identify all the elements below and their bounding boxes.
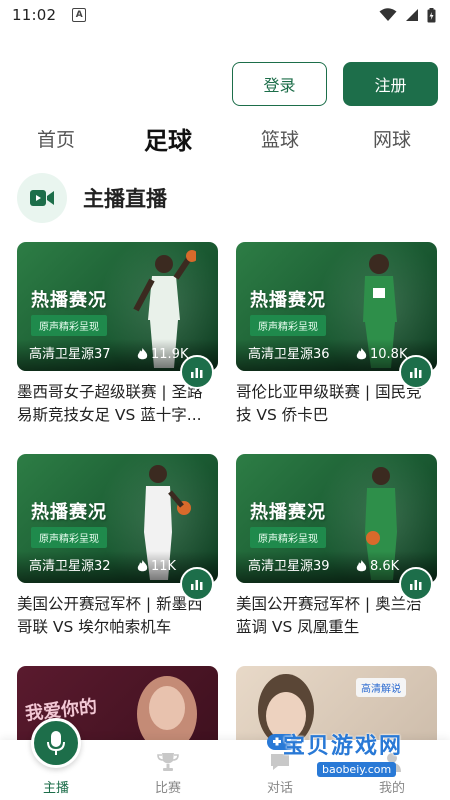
stream-thumbnail: 热播赛况 原声精彩呈现 高清卫星源37 11.9K — [17, 242, 218, 371]
hot-label: 热播赛况 — [31, 502, 107, 523]
stream-thumbnail: 热播赛况 原声精彩呈现 高清卫星源32 11K — [17, 454, 218, 583]
stream-source: 高清卫星源37 — [29, 347, 111, 362]
stats-button[interactable] — [399, 567, 433, 601]
hot-label: 热播赛况 — [250, 290, 326, 311]
stats-button[interactable] — [399, 355, 433, 389]
wifi-icon — [379, 8, 397, 21]
status-time: 11:02 — [12, 6, 57, 24]
sport-tabs: 首页 足球 篮球 网球 — [0, 118, 450, 158]
flame-icon — [356, 348, 367, 360]
view-count: 10.8K — [356, 347, 407, 362]
view-count-value: 8.6K — [370, 559, 400, 574]
battery-icon — [427, 7, 436, 22]
watermark-text: 宝贝游戏网 — [283, 734, 404, 759]
status-indicators — [379, 7, 436, 23]
stream-source: 高清卫星源39 — [248, 559, 330, 574]
view-count-value: 10.8K — [370, 347, 408, 362]
login-button[interactable]: 登录 — [232, 62, 327, 106]
stream-title: 美国公开赛冠军杯 | 新墨西哥联 VS 埃尔帕索机车 — [17, 595, 203, 636]
stream-source: 高清卫星源32 — [29, 559, 111, 574]
stream-title: 哥伦比亚甲级联赛 | 国民竞技 VS 侨卡巴 — [236, 383, 422, 424]
flame-icon — [356, 560, 367, 572]
tab-tennis[interactable]: 网球 — [336, 125, 448, 152]
section-title: 主播直播 — [83, 187, 167, 211]
trophy-icon — [157, 753, 179, 771]
nav-anchor[interactable]: 主播 — [0, 718, 112, 800]
hot-label: 热播赛况 — [250, 502, 326, 523]
thumbnail-tag: 高清解说 — [356, 678, 406, 697]
flame-icon — [137, 348, 148, 360]
nav-label: 比赛 — [154, 781, 181, 796]
stream-card[interactable]: 热播赛况 原声精彩呈现 高清卫星源39 8.6K 美国公开赛冠军杯 | 奥兰治蓝… — [236, 454, 437, 639]
microphone-icon — [31, 718, 81, 768]
hot-label: 热播赛况 — [31, 290, 107, 311]
stream-thumbnail: 热播赛况 原声精彩呈现 高清卫星源36 10.8K — [236, 242, 437, 371]
sub-label: 原声精彩呈现 — [250, 527, 326, 548]
flame-icon — [137, 560, 148, 572]
tab-basketball[interactable]: 篮球 — [224, 125, 336, 152]
view-count: 11.9K — [137, 347, 188, 362]
view-count-value: 11.9K — [151, 347, 189, 362]
nav-matches[interactable]: 比赛 — [112, 740, 224, 800]
tab-home[interactable]: 首页 — [0, 125, 112, 152]
video-camera-icon — [17, 173, 67, 223]
auth-buttons: 登录 注册 — [232, 62, 438, 106]
section-header: 主播直播 — [17, 173, 167, 223]
stream-title: 墨西哥女子超级联赛 | 圣路易斯竞技女足 VS 蓝十字... — [17, 383, 203, 424]
sub-label: 原声精彩呈现 — [31, 527, 107, 548]
view-count: 8.6K — [356, 559, 399, 574]
stream-thumbnail: 热播赛况 原声精彩呈现 高清卫星源39 8.6K — [236, 454, 437, 583]
nav-label: 主播 — [42, 781, 69, 796]
bar-chart-icon — [410, 580, 422, 590]
stream-card[interactable]: 热播赛况 原声精彩呈现 高清卫星源37 11.9K 墨西哥女子超级联赛 | 圣路… — [17, 242, 218, 427]
stats-button[interactable] — [180, 567, 214, 601]
watermark-url: baobeiy.com — [317, 762, 397, 777]
stream-card[interactable]: 热播赛况 原声精彩呈现 高清卫星源36 10.8K 哥伦比亚甲级联赛 | 国民竞… — [236, 242, 437, 427]
status-bar: 11:02 A — [0, 0, 450, 30]
stream-title: 美国公开赛冠军杯 | 奥兰治蓝调 VS 凤凰重生 — [236, 595, 422, 636]
bar-chart-icon — [410, 368, 422, 378]
stats-button[interactable] — [180, 355, 214, 389]
register-button[interactable]: 注册 — [343, 62, 438, 106]
sub-label: 原声精彩呈现 — [31, 315, 107, 336]
sub-label: 原声精彩呈现 — [250, 315, 326, 336]
signal-icon — [406, 9, 418, 21]
bar-chart-icon — [191, 580, 203, 590]
view-count: 11K — [137, 559, 176, 574]
tab-football[interactable]: 足球 — [112, 121, 224, 156]
stream-card[interactable]: 热播赛况 原声精彩呈现 高清卫星源32 11K 美国公开赛冠军杯 | 新墨西哥联… — [17, 454, 218, 639]
bar-chart-icon — [191, 368, 203, 378]
watermark: 宝贝游戏网 baobeiy.com — [265, 726, 450, 786]
notification-icon: A — [72, 8, 87, 22]
stream-source: 高清卫星源36 — [248, 347, 330, 362]
view-count-value: 11K — [151, 559, 177, 574]
